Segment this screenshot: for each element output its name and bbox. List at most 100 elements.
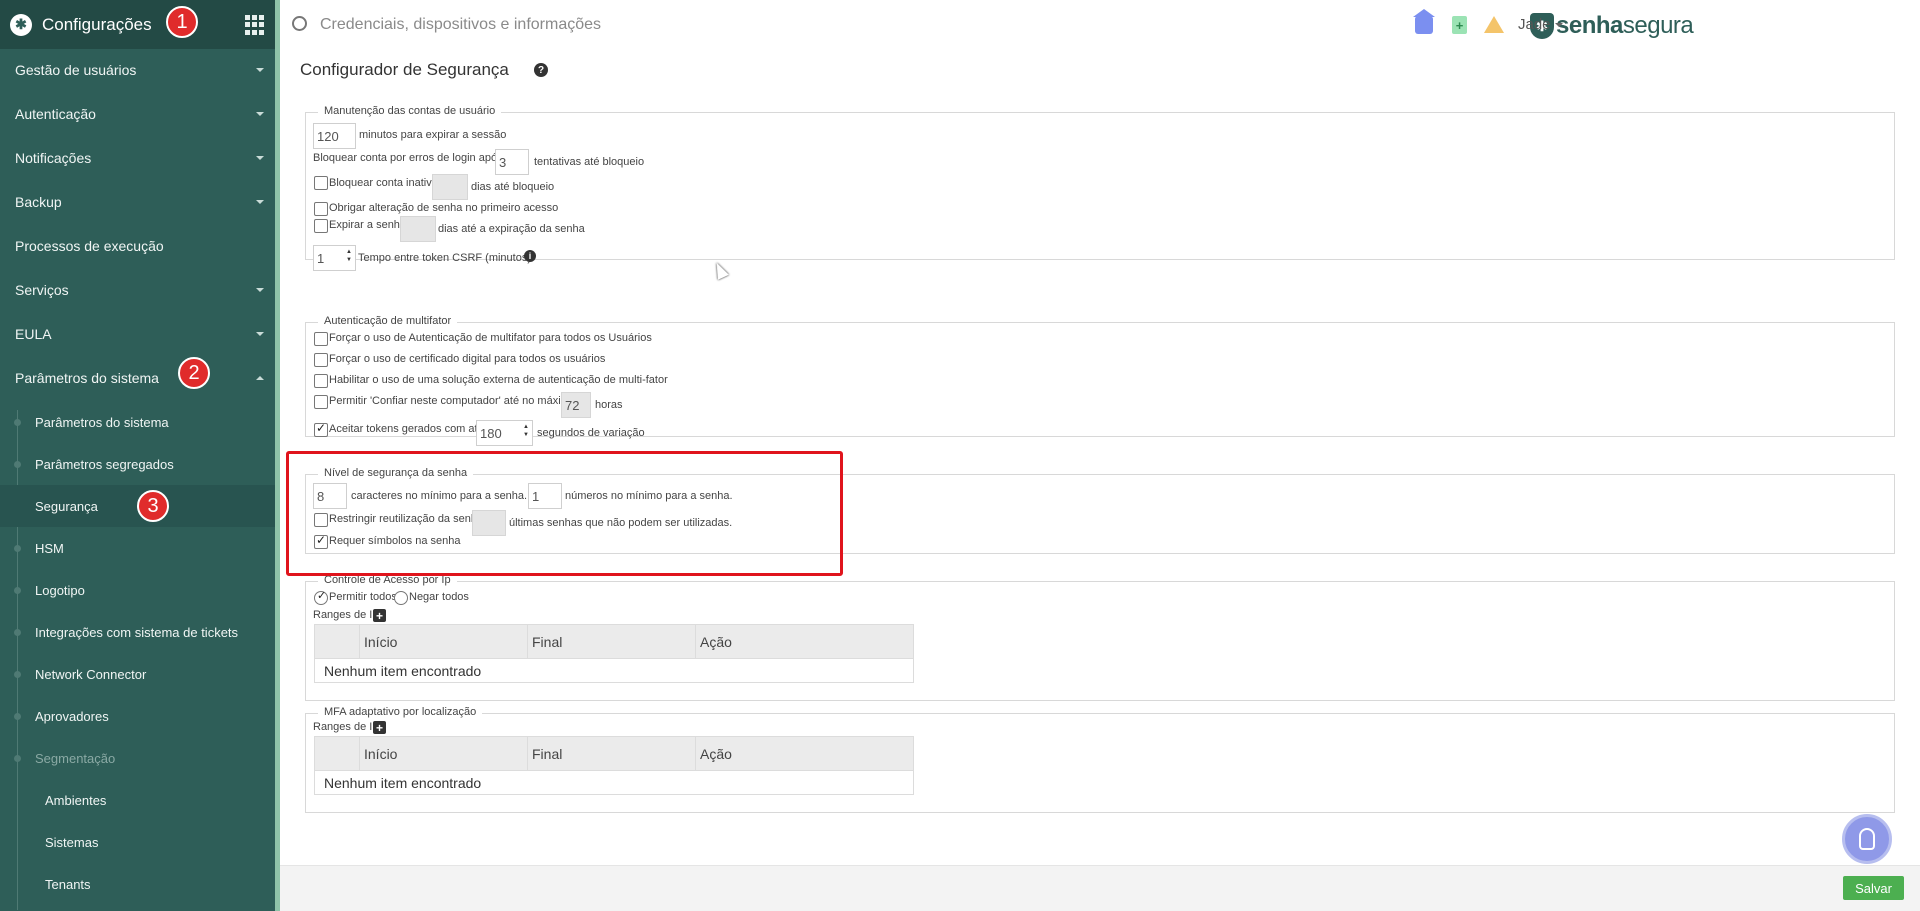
chevron-down-icon (1554, 23, 1563, 28)
csrf-label: Tempo entre token CSRF (minutos)* (358, 252, 536, 264)
sidebar-subsubitem-sistemas[interactable]: Sistemas (0, 821, 275, 863)
force-mfa-label: Forçar o uso de Autenticação de multifat… (329, 332, 652, 344)
accept-tokens-unit: segundos de variação (537, 427, 645, 439)
trust-computer-checkbox[interactable] (314, 395, 328, 409)
mfa-ip-ranges-table: Início Final Ação Nenhum item encontrado (314, 736, 914, 795)
table-row: Nenhum item encontrado (314, 770, 914, 795)
new-request-icon[interactable]: + (1452, 16, 1467, 34)
column-header: Início (359, 736, 528, 771)
maintenance-legend: Manutenção das contas de usuário (318, 105, 502, 117)
sidebar-item-notificacoes[interactable]: Notificações (0, 137, 275, 179)
topbar: ✱ senhasegura + Jade (280, 0, 1920, 49)
sidebar-item-gestao-usuarios[interactable]: Gestão de usuários (0, 49, 275, 91)
warning-icon[interactable] (1484, 16, 1504, 33)
external-mfa-checkbox[interactable] (314, 374, 328, 388)
force-mfa-checkbox[interactable] (314, 332, 328, 346)
ip-ranges-label: Ranges de IP (313, 609, 380, 621)
sidebar: ✱ Configurações Gestão de usuários Auten… (0, 0, 275, 911)
session-label: minutos para expirar a sessão (359, 129, 507, 141)
block-login-attempts-input[interactable] (495, 149, 529, 175)
expire-days-input[interactable] (400, 216, 436, 242)
ip-ranges-table: Início Final Ação Nenhum item encontrado (314, 624, 914, 683)
chevron-down-icon (256, 68, 264, 72)
brand-name-bold: senha (1556, 12, 1623, 39)
chevron-down-icon (256, 156, 264, 160)
chevron-down-icon (256, 200, 264, 204)
tips-button[interactable] (1842, 814, 1892, 864)
annotation-badge-3: 3 (137, 490, 169, 522)
inactive-days-label: dias até bloqueio (471, 181, 555, 193)
block-inactive-label: Bloquear conta inativa (329, 177, 438, 189)
block-inactive-checkbox[interactable] (314, 176, 328, 190)
sidebar-subitem-parametros-segregados[interactable]: Parâmetros segregados (0, 443, 275, 485)
sidebar-header: ✱ Configurações (0, 0, 275, 49)
home-icon[interactable] (1413, 9, 1435, 34)
sidebar-subitem-parametros-sistema[interactable]: Parâmetros do sistema (0, 401, 275, 443)
expire-password-checkbox[interactable] (314, 219, 328, 233)
sidebar-subsubitem-tenants[interactable]: Tenants (0, 863, 275, 905)
column-header: Ação (695, 624, 914, 659)
sidebar-subitem-hsm[interactable]: HSM (0, 527, 275, 569)
column-header: Final (527, 624, 696, 659)
annotation-badge-1: 1 (166, 6, 198, 38)
sidebar-item-eula[interactable]: EULA (0, 313, 275, 355)
expire-password-label: Expirar a senha (329, 219, 407, 231)
expire-days-label: dias até a expiração da senha (438, 223, 585, 235)
deny-all-label: Negar todos (409, 591, 469, 603)
trust-hours-label: horas (595, 399, 623, 411)
trust-computer-label: Permitir 'Confiar neste computador' até … (329, 395, 576, 407)
accept-tokens-label: Aceitar tokens gerados com até (329, 423, 484, 435)
force-cert-label: Forçar o uso de certificado digital para… (329, 353, 606, 365)
chevron-down-icon (256, 332, 264, 336)
ip-access-fieldset: Controle de Acesso por Ip Permitir todos… (305, 574, 1895, 701)
deny-all-radio[interactable] (394, 591, 408, 605)
apps-grid-icon[interactable] (245, 15, 265, 35)
sidebar-subsubitem-ambientes[interactable]: Ambientes (0, 779, 275, 821)
mfa-legend: Autenticação de multifator (318, 315, 458, 327)
sidebar-item-processos[interactable]: Processos de execução (0, 225, 275, 267)
search-icon (292, 16, 307, 31)
help-icon[interactable]: ? (534, 63, 548, 77)
search-input[interactable] (320, 12, 920, 38)
brand-name-light: segura (1622, 12, 1694, 39)
empty-message: Nenhum item encontrado (314, 770, 914, 795)
attempts-label: tentativas até bloqueio (534, 156, 645, 168)
sidebar-item-servicos[interactable]: Serviços (0, 269, 275, 311)
info-icon[interactable]: i (524, 250, 536, 262)
sidebar-item-parametros[interactable]: Parâmetros do sistema (0, 357, 275, 399)
allow-all-radio[interactable] (314, 589, 328, 605)
force-cert-checkbox[interactable] (314, 353, 328, 367)
sidebar-item-backup[interactable]: Backup (0, 181, 275, 223)
force-change-checkbox[interactable] (314, 202, 328, 216)
sidebar-subitem-network-connector[interactable]: Network Connector (0, 653, 275, 695)
allow-all-label: Permitir todos (329, 591, 397, 603)
block-login-label: Bloquear conta por erros de login após (313, 152, 503, 164)
sidebar-subitem-integracoes[interactable]: Integrações com sistema de tickets (0, 611, 275, 653)
save-button[interactable]: Salvar (1843, 876, 1904, 900)
spinner-icon[interactable]: ▲ ▼ (346, 248, 352, 264)
spinner-icon[interactable]: ▲ ▼ (523, 423, 529, 439)
external-mfa-label: Habilitar o uso de uma solução externa d… (329, 374, 668, 386)
inactive-days-input[interactable] (432, 174, 468, 200)
add-ip-range-icon[interactable]: + (373, 721, 386, 734)
table-header-row: Início Final Ação (314, 624, 914, 659)
user-menu[interactable]: Jade (1518, 16, 1563, 33)
trust-hours-input[interactable] (561, 392, 591, 418)
add-ip-range-icon[interactable]: + (373, 609, 386, 622)
column-header (314, 736, 360, 771)
chevron-up-icon (256, 376, 264, 380)
mfa-ip-ranges-label: Ranges de IP (313, 721, 380, 733)
sidebar-item-autenticacao[interactable]: Autenticação (0, 93, 275, 135)
mfa-fieldset: Autenticação de multifator Forçar o uso … (305, 315, 1895, 446)
accept-tokens-checkbox[interactable] (314, 421, 328, 437)
chevron-down-icon (256, 112, 264, 116)
session-minutes-input[interactable] (313, 123, 356, 149)
sidebar-subitem-aprovadores[interactable]: Aprovadores (0, 695, 275, 737)
mfa-location-fieldset: MFA adaptativo por localização Ranges de… (305, 706, 1895, 813)
column-header: Início (359, 624, 528, 659)
sidebar-subitem-segmentacao[interactable]: Segmentação (0, 737, 275, 779)
highlight-box (286, 451, 843, 576)
annotation-badge-2: 2 (178, 357, 210, 389)
sidebar-subitem-logotipo[interactable]: Logotipo (0, 569, 275, 611)
chevron-down-icon (256, 288, 264, 292)
